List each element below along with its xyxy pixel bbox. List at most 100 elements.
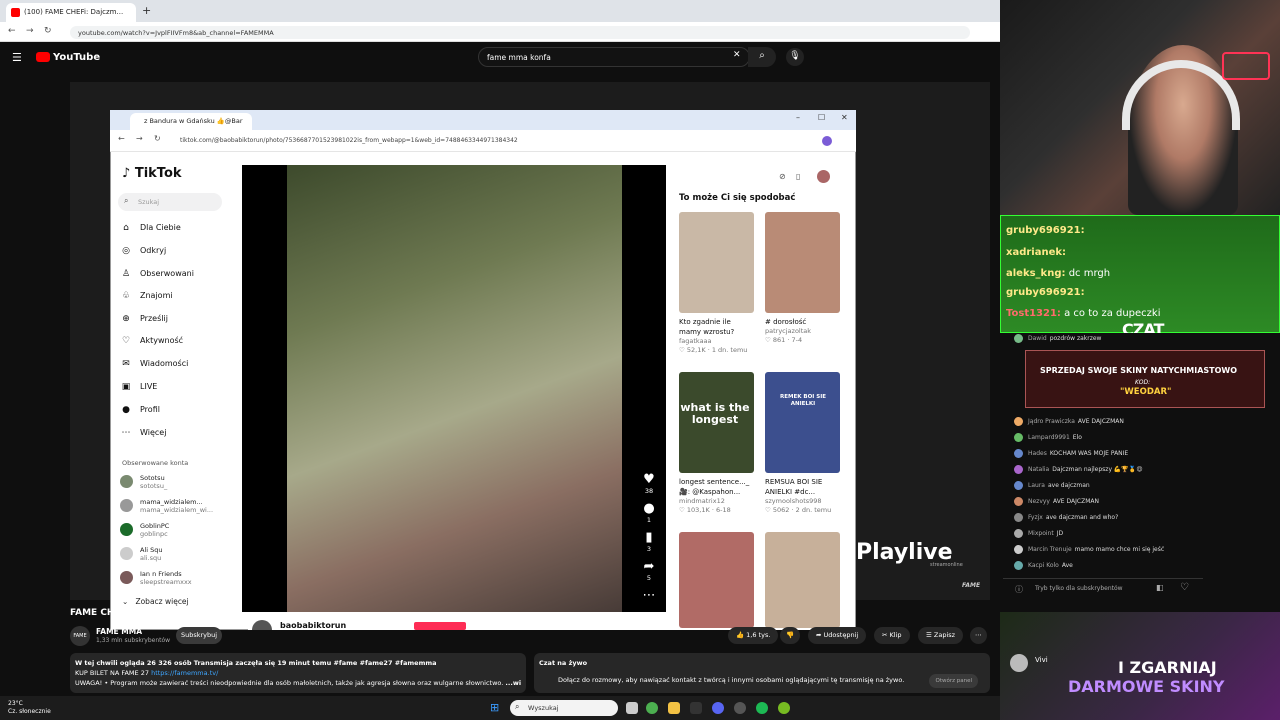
account-handle: ali.squ	[140, 554, 162, 562]
recommended-card[interactable]: Kto zgadnie ile mamy wzrostu? fagatkaaa ♡ …	[679, 212, 754, 355]
task-view-icon[interactable]	[626, 702, 638, 714]
subscribe-button[interactable]: Subskrybuj	[176, 627, 222, 644]
nav-item-obserwowani[interactable]: ♙ Obserwowani	[120, 269, 194, 283]
save-button[interactable]: ▮ 3	[641, 531, 657, 554]
youtube-logo[interactable]: YouTube	[36, 52, 100, 63]
followed-account[interactable]: Ali Squ ali.squ	[120, 546, 163, 562]
nav-item-wiadomosci[interactable]: ✉ Wiadomości	[120, 359, 188, 373]
app-icon[interactable]	[690, 702, 702, 714]
nav-item-znajomi[interactable]: ♧ Znajomi	[120, 291, 173, 305]
reload-icon[interactable]: ↻	[44, 26, 52, 36]
browser-tab[interactable]: (100) FAME CHEFi: Dajczm...	[6, 3, 136, 22]
like-button[interactable]: ♥ 38	[641, 472, 657, 496]
ticket-text: KUP BILET NA FAME 27	[75, 669, 149, 677]
followed-account[interactable]: Ian n Friends sleepstreamxxx	[120, 570, 192, 586]
chat-user: Tost1321:	[1006, 308, 1061, 319]
heart-icon: ♥	[643, 472, 655, 487]
back-icon[interactable]: ←	[8, 26, 16, 36]
tiktok-logo[interactable]: ♪ TikTok	[122, 166, 182, 181]
youtube-search-input[interactable]: fame mma konfa	[478, 47, 750, 67]
avatar	[1014, 433, 1023, 442]
nav-label: Obserwowani	[140, 269, 194, 278]
inner-forward-icon[interactable]: →	[136, 134, 143, 143]
emoji-icon[interactable]: ◧	[1156, 583, 1164, 592]
spotify-icon[interactable]	[756, 702, 768, 714]
like-button[interactable]: 👍 1,6 tys.	[728, 627, 779, 644]
thumbs-up-icon: 👍	[736, 631, 745, 639]
nav-item-aktywnosc[interactable]: ♡ Aktywność	[120, 336, 183, 350]
share-button[interactable]: ➦ Udostępnij	[808, 627, 867, 644]
menu-icon[interactable]: ☰	[12, 51, 22, 64]
nav-item-odkryj[interactable]: ◎ Odkryj	[120, 246, 166, 260]
nav-item-profil[interactable]: ● Profil	[120, 405, 160, 419]
nav-item-przeslij[interactable]: ⊕ Prześlij	[120, 314, 168, 328]
chat-message: Natalia Dajczman najlepszy 💪🏆🥇😍	[1014, 465, 1143, 475]
more-options-button[interactable]: ⋯	[641, 589, 657, 603]
recommended-card[interactable]	[679, 532, 754, 632]
clear-search-icon[interactable]: ✕	[733, 50, 741, 60]
taskbar-search[interactable]: Wyszukaj	[510, 700, 618, 716]
followed-account[interactable]: GoblinPC goblinpc	[120, 522, 169, 538]
inner-browser-tab[interactable]: z Bandura w Gdańsku 👍@Bar	[130, 113, 252, 130]
forward-icon[interactable]: →	[26, 26, 34, 36]
followed-accounts-heading: Obserwowane konta	[122, 459, 189, 467]
inner-back-icon[interactable]: ←	[118, 134, 125, 143]
recommended-card[interactable]: longest sentence..._ 🎥: @Kaspahon... mind…	[679, 372, 754, 515]
video-description[interactable]: W tej chwili ogląda 26 326 osób Transmis…	[70, 653, 526, 693]
search-button[interactable]: ⌕	[748, 47, 776, 67]
save-video-button[interactable]: ☰ Zapisz	[918, 627, 964, 644]
follow-button[interactable]	[414, 622, 466, 630]
inner-reload-icon[interactable]: ↻	[154, 134, 161, 143]
show-more-link[interactable]: ...więcej	[505, 679, 521, 687]
followed-account[interactable]: Sototsu sototsu_	[120, 474, 167, 490]
inner-url-field[interactable]: tiktok.com/@baobabiktorun/photo/75366877…	[180, 135, 710, 147]
open-panel-button[interactable]: Otwórz panel	[929, 674, 978, 688]
microphone-icon[interactable]: 🎙	[786, 48, 804, 66]
maximize-window-icon[interactable]: ☐	[818, 113, 825, 122]
avatar	[120, 547, 133, 560]
new-tab-icon[interactable]: +	[142, 4, 151, 17]
nav-item-live[interactable]: ▣ LIVE	[120, 382, 158, 396]
chat-message: Mixpoint JD	[1014, 529, 1063, 539]
dislike-button[interactable]: 👎	[780, 627, 801, 644]
github-icon[interactable]	[734, 702, 746, 714]
recommended-card[interactable]: # dorosłość patrycjazoltak ♡ 861 · 7-4	[765, 212, 840, 345]
device-icon[interactable]: ▯	[796, 172, 800, 181]
nav-item-wiecej[interactable]: ⋯ Więcej	[120, 428, 167, 442]
profile-avatar-icon[interactable]	[822, 136, 832, 146]
share-button[interactable]: ➦ 5	[641, 560, 657, 583]
chrome-icon[interactable]	[646, 702, 658, 714]
comment-icon: ●	[643, 501, 655, 516]
user-avatar[interactable]	[817, 170, 830, 183]
weather-widget[interactable]: 23°C Cz. słonecznie	[8, 700, 51, 716]
chat-message: Fyzjx ave dajczman and who?	[1014, 513, 1118, 523]
url-field[interactable]: youtube.com/watch?v=JvplFIIVFm8&ab_chann…	[70, 26, 970, 39]
ticket-link[interactable]: https://famemma.tv/	[151, 669, 218, 677]
see-more-link[interactable]: ⌄ Zobacz więcej	[122, 597, 189, 606]
tiktok-search-input[interactable]: Szukaj	[118, 193, 222, 211]
channel-name[interactable]: FAME MMA	[96, 627, 142, 636]
chat-message: Marcin Trenuje mamo mamo chce mi się jeść	[1014, 545, 1164, 555]
more-actions-button[interactable]: ⋯	[970, 627, 987, 644]
minimize-window-icon[interactable]: –	[796, 113, 800, 122]
windows-start-icon[interactable]: ⊞	[490, 701, 499, 714]
folder-icon[interactable]	[668, 702, 680, 714]
followed-account[interactable]: mama_widzialem... mama_widzialem_wi...	[120, 498, 213, 514]
close-window-icon[interactable]: ✕	[841, 113, 848, 122]
comment-button[interactable]: ● 1	[641, 501, 657, 525]
browser-icon[interactable]	[778, 702, 790, 714]
save-count: 3	[646, 545, 652, 553]
coin-icon[interactable]: ⊘	[779, 172, 786, 181]
chat-line: aleks_kng: dc mrgh	[1006, 268, 1110, 279]
friends-icon: ♧	[121, 291, 131, 301]
author-name[interactable]: baobabiktorun	[280, 621, 346, 630]
channel-avatar[interactable]: FAME	[70, 626, 90, 646]
clip-button[interactable]: ✂ Klip	[874, 627, 910, 644]
discord-icon[interactable]	[712, 702, 724, 714]
heart-icon[interactable]: ♡	[1180, 582, 1189, 593]
chat-msg: a co to za dupeczki	[1064, 308, 1161, 319]
chat-text: KOCHAM WAS MOJE PANIE	[1049, 450, 1129, 457]
recommended-card[interactable]	[765, 532, 840, 632]
nav-item-dla-ciebie[interactable]: ⌂ Dla Ciebie	[120, 223, 181, 237]
compass-icon: ◎	[122, 246, 130, 256]
